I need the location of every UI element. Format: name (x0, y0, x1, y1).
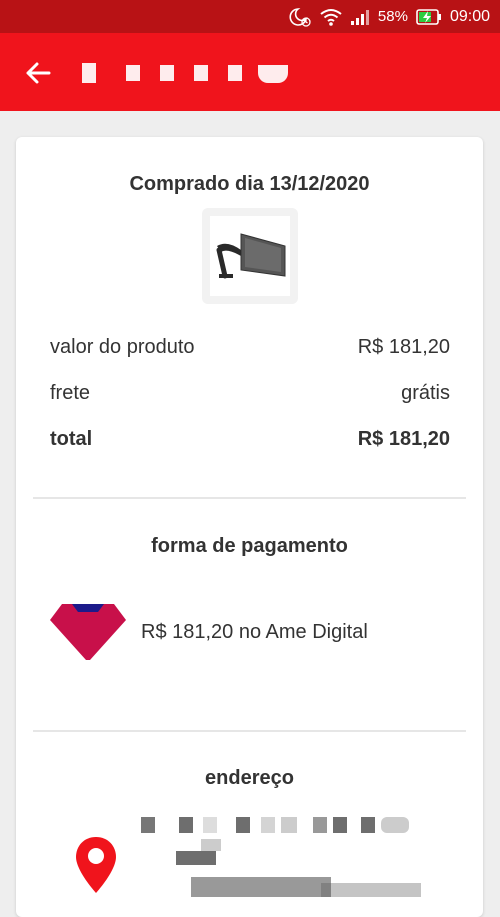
total-row: total R$ 181,20 (50, 428, 450, 451)
total-label: total (50, 428, 93, 450)
ame-digital-logo (50, 604, 126, 660)
divider (33, 497, 466, 499)
moon-alarm-icon (288, 6, 312, 28)
payment-description: R$ 181,20 no Ame Digital (141, 621, 368, 643)
battery-charging-icon (416, 8, 442, 25)
signal-icon (350, 8, 370, 26)
purchase-date: Comprado dia 13/12/2020 (129, 173, 370, 195)
location-pin-icon (74, 835, 118, 895)
shipping-value: grátis (401, 382, 450, 404)
wifi-icon (320, 7, 342, 27)
battery-percentage: 58% (377, 8, 408, 25)
app-bar (0, 33, 500, 111)
product-value-label: valor do produto (50, 336, 195, 358)
monitor-arm-icon (216, 233, 286, 279)
product-value-row: valor do produto R$ 181,20 (50, 336, 450, 359)
order-details-card: Comprado dia 13/12/2020 valor do produto… (16, 137, 483, 917)
payment-section-title: forma de pagamento (151, 535, 348, 557)
divider (33, 730, 466, 732)
address-section-title: endereço (205, 767, 294, 789)
clock: 09:00 (449, 7, 490, 25)
arrow-left-icon (26, 62, 51, 84)
total-value: R$ 181,20 (357, 428, 450, 450)
address-text (141, 817, 441, 897)
product-value: R$ 181,20 (357, 336, 450, 358)
back-button[interactable] (22, 58, 54, 88)
shipping-row: frete grátis (50, 382, 450, 405)
product-thumbnail[interactable] (202, 208, 298, 304)
page-title (76, 63, 288, 83)
status-bar: 58% 09:00 (0, 0, 500, 33)
shipping-label: frete (50, 382, 91, 404)
